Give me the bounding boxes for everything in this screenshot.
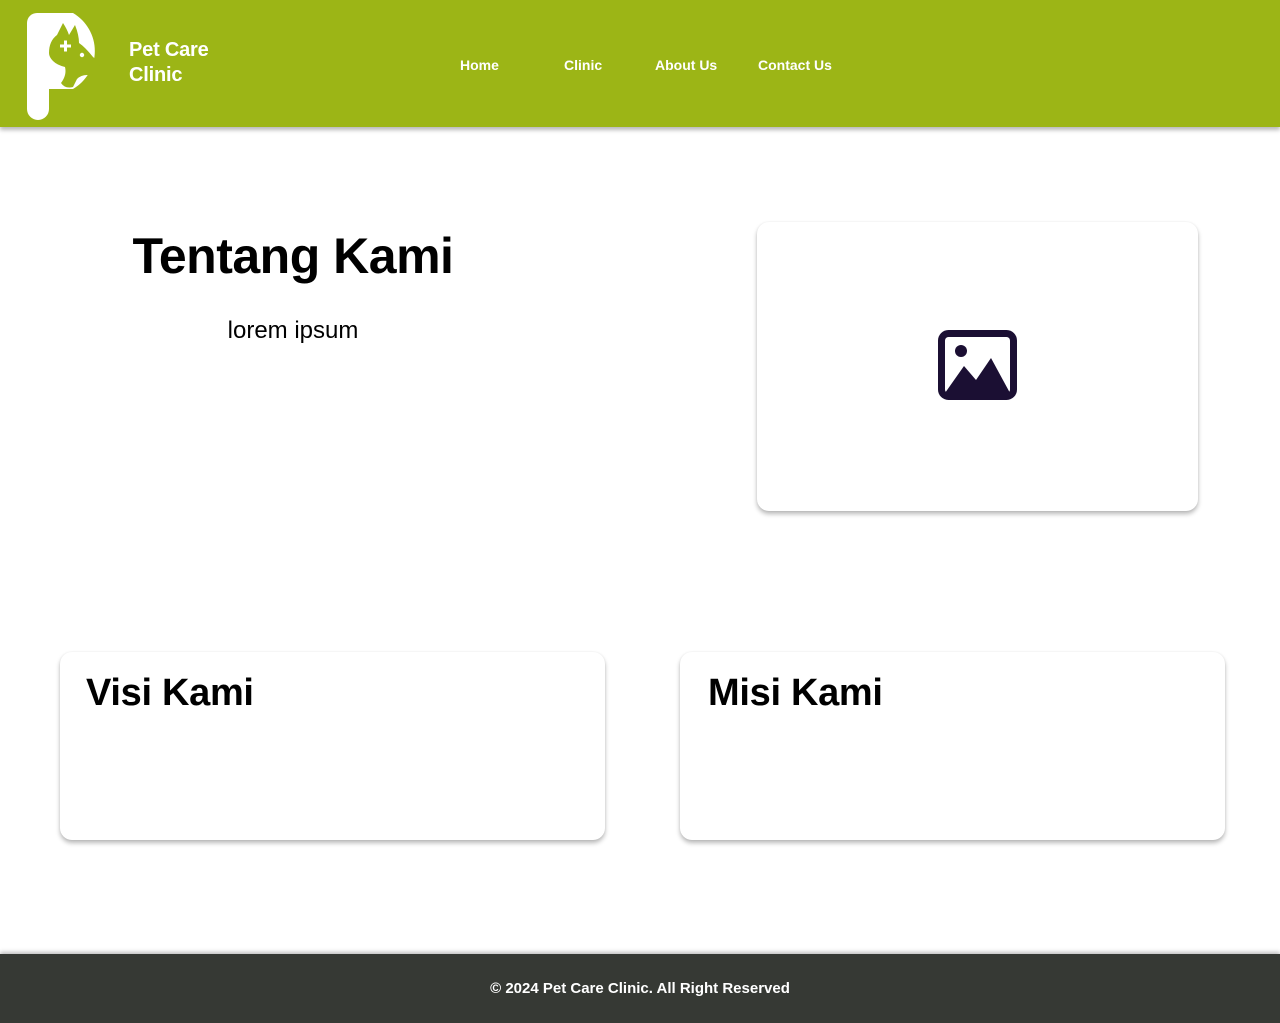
- about-text: lorem ipsum: [227, 317, 359, 344]
- mission-card: Misi Kami: [680, 652, 1225, 840]
- pet-clinic-logo-icon[interactable]: [27, 13, 117, 120]
- site-footer: © 2024 Pet Care Clinic. All Right Reserv…: [0, 954, 1280, 1023]
- vision-title: Visi Kami: [86, 672, 254, 714]
- vision-card: Visi Kami: [60, 652, 605, 840]
- footer-copyright: © 2024 Pet Care Clinic. All Right Reserv…: [490, 980, 790, 997]
- nav-home[interactable]: Home: [460, 56, 499, 74]
- brand-name[interactable]: Pet Care Clinic: [129, 38, 209, 88]
- nav-contact-us[interactable]: Contact Us: [758, 56, 832, 74]
- image-placeholder-icon: [938, 330, 1017, 400]
- mission-title: Misi Kami: [708, 672, 883, 714]
- brand-line-1: Pet Care: [129, 39, 209, 61]
- about-image-card: [757, 222, 1198, 511]
- nav-about-us[interactable]: About Us: [655, 56, 717, 74]
- about-title: Tentang Kami: [132, 228, 454, 284]
- brand-line-2: Clinic: [129, 64, 183, 86]
- site-header: Pet Care Clinic Home Clinic About Us Con…: [0, 0, 1280, 127]
- nav-clinic[interactable]: Clinic: [564, 56, 602, 74]
